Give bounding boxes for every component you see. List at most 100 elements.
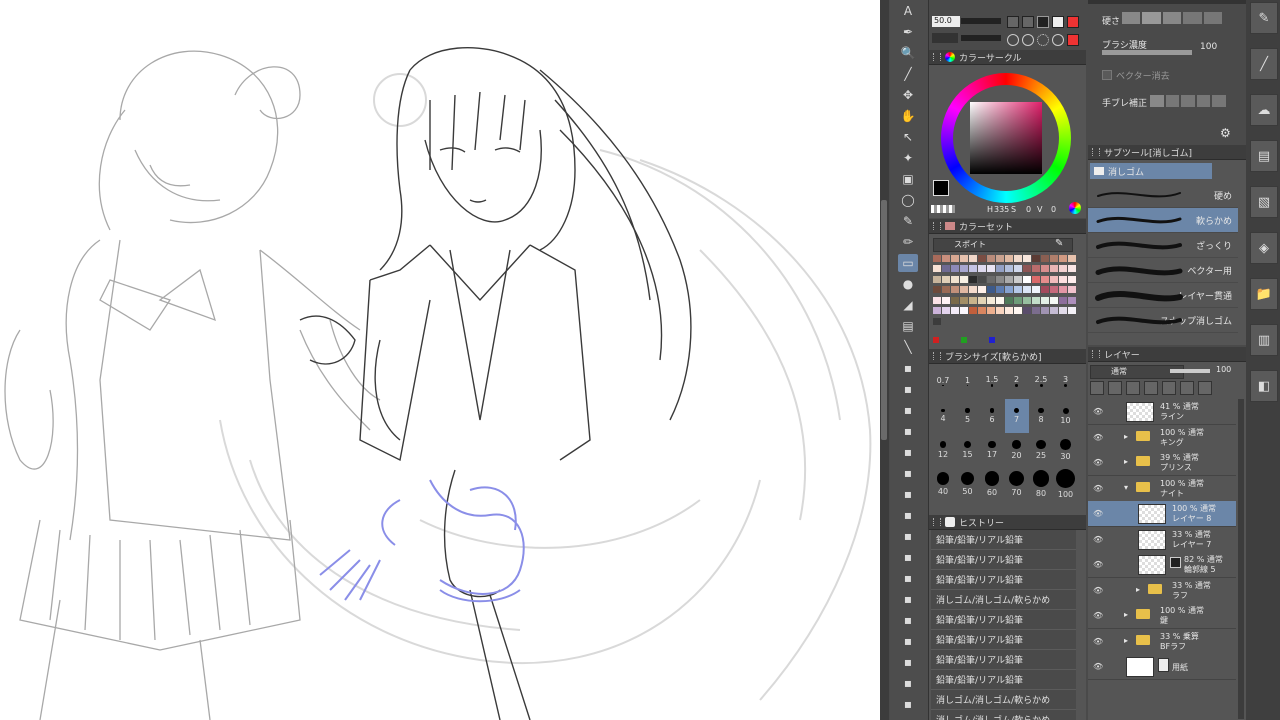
color-swatch[interactable]	[1005, 307, 1013, 315]
layer-row[interactable]: 👁 82 % 通常 輪郭線 5	[1088, 552, 1236, 578]
extra-tool-icon[interactable]: ▪	[898, 674, 918, 692]
color-swatch[interactable]	[1050, 255, 1058, 262]
history-item[interactable]: 鉛筆/鉛筆/リアル鉛筆	[931, 570, 1076, 590]
brush-size-cell[interactable]: 100	[1054, 467, 1078, 501]
brush-size-cell[interactable]: 60	[980, 467, 1004, 501]
main-color-swatch[interactable]	[933, 180, 949, 196]
visibility-eye-icon[interactable]: 👁	[1093, 637, 1103, 646]
color-swatch[interactable]	[942, 265, 950, 273]
color-swatch[interactable]	[1068, 255, 1076, 262]
color-swatch[interactable]	[1023, 307, 1031, 315]
primary-swatch[interactable]	[961, 337, 967, 343]
color-mode-icon[interactable]	[1069, 202, 1081, 214]
navigator-icon[interactable]: ▧	[1250, 186, 1278, 218]
color-swatch[interactable]	[1059, 275, 1067, 283]
color-swatch[interactable]	[1059, 255, 1067, 262]
history-item[interactable]: 鉛筆/鉛筆/リアル鉛筆	[931, 550, 1076, 570]
color-swatch[interactable]	[978, 275, 986, 283]
extra-tool-icon[interactable]: ▪	[898, 401, 918, 419]
folder-toggle-icon[interactable]: ▸	[1124, 432, 1128, 441]
color-swatch[interactable]	[1050, 296, 1058, 304]
layer-row[interactable]: 👁 用紙	[1088, 654, 1236, 680]
visibility-eye-icon[interactable]: 👁	[1093, 611, 1103, 620]
color-swatch[interactable]	[969, 307, 977, 315]
history-header[interactable]: ヒストリー	[929, 515, 1086, 530]
color-swatch[interactable]	[1005, 265, 1013, 273]
color-swatch[interactable]	[933, 296, 941, 304]
color-swatch[interactable]	[1005, 286, 1013, 294]
color-swatch[interactable]	[1068, 296, 1076, 304]
tilt-button[interactable]	[1022, 16, 1034, 28]
color-swatch[interactable]	[1068, 275, 1076, 283]
visibility-eye-icon[interactable]: 👁	[1093, 586, 1103, 595]
color-swatch[interactable]	[942, 296, 950, 304]
sub-tool-item[interactable]: ざっくり	[1088, 233, 1238, 258]
extra-tool-icon[interactable]: ▪	[898, 422, 918, 440]
ruler-tool-icon[interactable]: ╲	[898, 338, 918, 356]
opacity-value[interactable]: 100	[1216, 365, 1231, 374]
brush-size-cell[interactable]: 1.5	[980, 365, 1004, 399]
layer-row[interactable]: 👁 ▾ 100 % 通常 ナイト	[1088, 475, 1236, 502]
color-swatch[interactable]	[1041, 286, 1049, 294]
hue-value[interactable]: 335	[994, 205, 1009, 214]
color-swatch[interactable]	[1041, 255, 1049, 262]
value-value[interactable]: 0	[1051, 205, 1056, 214]
layer-header[interactable]: レイヤー	[1088, 347, 1246, 362]
visibility-eye-icon[interactable]: 👁	[1093, 509, 1103, 518]
brush-size-cell[interactable]: 70	[1005, 467, 1029, 501]
shape-circle-icon[interactable]	[1052, 34, 1064, 46]
color-swatch[interactable]	[933, 317, 941, 325]
color-swatch[interactable]	[951, 307, 959, 315]
color-swatch[interactable]	[933, 286, 941, 294]
layer-row[interactable]: 👁 100 % 通常 レイヤー 8	[1088, 501, 1236, 527]
material-icon[interactable]: ◈	[1250, 232, 1278, 264]
color-swatch[interactable]	[1041, 296, 1049, 304]
color-swatch[interactable]	[960, 265, 968, 273]
extra-tool-icon[interactable]: ▪	[898, 380, 918, 398]
fill-tool-icon[interactable]: ▣	[898, 170, 918, 188]
color-swatch[interactable]	[1068, 286, 1076, 294]
color-swatch[interactable]	[1014, 265, 1022, 273]
history-item[interactable]: 消しゴム/消しゴム/軟らかめ	[931, 710, 1076, 720]
brush-size-cell[interactable]: 4	[931, 399, 955, 433]
brush-size-header[interactable]: ブラシサイズ[軟らかめ]	[929, 349, 1086, 364]
color-swatch[interactable]	[987, 307, 995, 315]
history-item[interactable]: 鉛筆/鉛筆/リアル鉛筆	[931, 610, 1076, 630]
extra-tool-icon[interactable]: ▪	[898, 359, 918, 377]
color-swatch[interactable]	[996, 307, 1004, 315]
color-swatch[interactable]	[1059, 307, 1067, 315]
extra-tool-icon[interactable]: ▪	[898, 695, 918, 713]
color-swatch[interactable]	[969, 265, 977, 273]
color-swatch[interactable]	[1032, 255, 1040, 262]
color-swatch[interactable]	[1068, 265, 1076, 273]
primary-swatch[interactable]	[989, 337, 995, 343]
color-swatch[interactable]	[996, 255, 1004, 262]
shape-soft-icon[interactable]	[1022, 34, 1034, 46]
move-tool-icon[interactable]: ✥	[898, 86, 918, 104]
extra-tool-icon[interactable]: ▪	[898, 527, 918, 545]
extra-tool-icon[interactable]: ▪	[898, 548, 918, 566]
color-swatch[interactable]	[1023, 296, 1031, 304]
color-swatch[interactable]	[933, 265, 941, 273]
layer-icon[interactable]: ▥	[1250, 324, 1278, 356]
visibility-eye-icon[interactable]: 👁	[1093, 535, 1103, 544]
color-swatch[interactable]	[960, 255, 968, 262]
color-swatch[interactable]	[1032, 286, 1040, 294]
color-swatch[interactable]	[969, 275, 977, 283]
layer-row[interactable]: 👁 ▸ 33 % 乗算 BFラフ	[1088, 628, 1236, 655]
history-item[interactable]: 鉛筆/鉛筆/リアル鉛筆	[931, 670, 1076, 690]
history-item[interactable]: 消しゴム/消しゴム/軟らかめ	[931, 690, 1076, 710]
color-swatch[interactable]	[1050, 307, 1058, 315]
layer-row[interactable]: 👁 ▸ 33 % 通常 ラフ	[1088, 577, 1236, 604]
folder-toggle-icon[interactable]: ▸	[1124, 457, 1128, 466]
color-swatch[interactable]	[951, 286, 959, 294]
extra-tool-icon[interactable]: ▪	[898, 464, 918, 482]
brush-size-cell[interactable]: 1	[956, 365, 980, 399]
color-swatch-grid[interactable]	[933, 255, 1078, 327]
close-brush-button[interactable]	[1067, 16, 1079, 28]
color-swatch[interactable]	[987, 275, 995, 283]
brush-size-cell[interactable]: 20	[1005, 433, 1029, 467]
shape-icon[interactable]: ◧	[1250, 370, 1278, 402]
folder-toggle-icon[interactable]: ▸	[1124, 610, 1128, 619]
color-swatch[interactable]	[969, 296, 977, 304]
